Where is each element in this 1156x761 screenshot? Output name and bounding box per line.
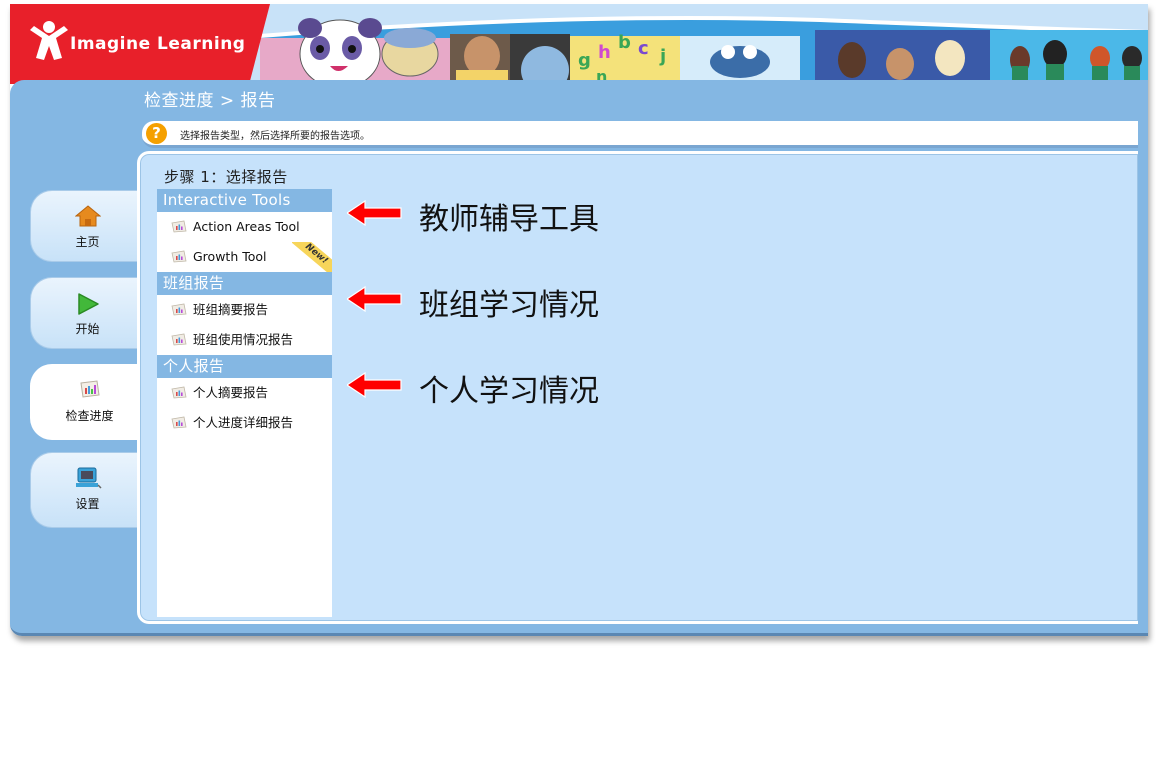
report-label: Growth Tool <box>193 249 267 264</box>
report-chart-icon <box>171 250 187 263</box>
report-label: 个人摘要报告 <box>193 385 269 400</box>
report-label: Action Areas Tool <box>193 219 300 234</box>
report-label: 班组摘要报告 <box>193 302 269 317</box>
nav-settings-button[interactable]: 设置 <box>30 452 144 528</box>
new-badge: New! <box>292 242 332 272</box>
report-label: 班组使用情况报告 <box>193 332 294 347</box>
hint-bar: ? 选择报告类型，然后选择所要的报告选项。 <box>142 121 1138 148</box>
report-chart-icon <box>171 220 187 233</box>
report-list: Interactive Tools Action Areas Tool Grow… <box>157 189 332 617</box>
computer-icon <box>75 467 102 489</box>
nav-start-label: 开始 <box>75 322 100 336</box>
annotation-text: 班组学习情况 <box>419 288 599 323</box>
report-individual-progress-detail[interactable]: 个人进度详细报告 <box>157 408 332 438</box>
svg-text:j: j <box>659 46 666 67</box>
nav-start-button[interactable]: 开始 <box>30 277 144 349</box>
svg-text:b: b <box>618 32 631 53</box>
annotation-text: 个人学习情况 <box>419 374 599 409</box>
step-title: 步骤 1：选择报告 <box>164 168 288 186</box>
red-arrow-icon <box>347 200 402 226</box>
svg-text:h: h <box>598 42 611 63</box>
question-icon[interactable]: ? <box>146 123 167 144</box>
chart-icon <box>79 380 100 398</box>
nav-progress-label: 检查进度 <box>65 409 114 423</box>
report-action-areas-tool[interactable]: Action Areas Tool <box>157 212 332 242</box>
home-icon <box>74 205 101 227</box>
header-banner: g h b c j n Imagine Learning <box>10 4 1148 84</box>
report-class-usage[interactable]: 班组使用情况报告 <box>157 325 332 355</box>
banner-photo-strip: g h b c j n <box>260 4 1148 84</box>
logo-icon <box>30 21 68 60</box>
svg-text:g: g <box>578 50 591 71</box>
play-icon <box>77 293 99 315</box>
red-arrow-icon <box>347 372 402 398</box>
nav-home-label: 主页 <box>75 235 100 249</box>
brand-name: Imagine Learning <box>70 34 246 54</box>
annotation-text: 教师辅导工具 <box>419 202 599 237</box>
svg-text:c: c <box>638 38 649 59</box>
section-individual-reports: 个人报告 <box>157 355 332 378</box>
report-chart-icon <box>171 386 187 399</box>
report-label: 个人进度详细报告 <box>193 415 294 430</box>
breadcrumb: 检查进度 > 报告 <box>144 91 276 111</box>
red-arrow-icon <box>347 286 402 312</box>
report-chart-icon <box>171 333 187 346</box>
nav-settings-label: 设置 <box>75 497 100 511</box>
nav-progress-button[interactable]: 检查进度 <box>30 364 148 440</box>
report-chart-icon <box>171 303 187 316</box>
report-individual-summary[interactable]: 个人摘要报告 <box>157 378 332 408</box>
section-interactive-tools: Interactive Tools <box>157 189 332 212</box>
section-class-reports: 班组报告 <box>157 272 332 295</box>
report-class-summary[interactable]: 班组摘要报告 <box>157 295 332 325</box>
hint-text: 选择报告类型，然后选择所要的报告选项。 <box>180 131 370 142</box>
nav-home-button[interactable]: 主页 <box>30 190 144 262</box>
report-growth-tool[interactable]: Growth Tool New! <box>157 242 332 272</box>
report-chart-icon <box>171 416 187 429</box>
